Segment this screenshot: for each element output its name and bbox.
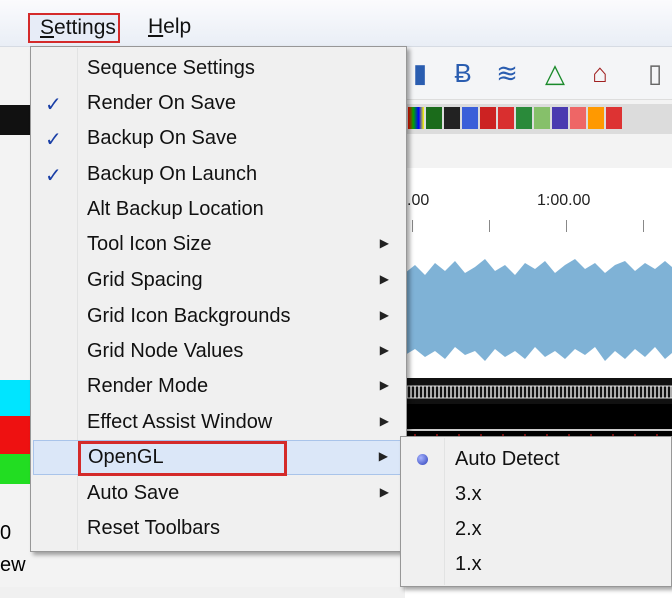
menu-item-label: Render Mode [87, 375, 209, 397]
ruler-label: .00 [407, 192, 430, 209]
effect-icon[interactable] [426, 107, 442, 129]
menu-item-label: Auto Save [87, 482, 180, 504]
left-panel-cyan [0, 380, 30, 416]
effect-icon[interactable] [516, 107, 532, 129]
effect-icon[interactable] [570, 107, 586, 129]
menu-help[interactable]: Help [142, 12, 197, 42]
triangle-tool-icon[interactable]: △ [540, 58, 570, 88]
submenu-item-label: 1.x [455, 553, 482, 575]
opengl-option-2-x[interactable]: 2.x [403, 512, 668, 547]
audio-waveform[interactable] [405, 255, 672, 365]
effect-icon[interactable] [444, 107, 460, 129]
effect-icon[interactable] [408, 107, 424, 129]
menu-item-grid-icon-backgrounds[interactable]: Grid Icon Backgrounds ▶ [33, 300, 403, 333]
save-tool-icon[interactable]: ▯ [640, 58, 670, 88]
effects-toolbar [405, 104, 672, 134]
effect-icon[interactable] [534, 107, 550, 129]
left-panel-dark [0, 105, 30, 135]
menu-item-label: Backup On Launch [87, 163, 258, 185]
checkmark-icon: ✓ [45, 165, 62, 187]
ruler-tick [412, 220, 413, 232]
menu-item-reset-toolbars[interactable]: Reset Toolbars [33, 512, 403, 545]
effect-icon[interactable] [552, 107, 568, 129]
submenu-arrow-icon: ▶ [379, 414, 389, 428]
menu-item-render-mode[interactable]: Render Mode ▶ [33, 370, 403, 403]
effect-icon[interactable] [480, 107, 496, 129]
checkmark-icon: ✓ [45, 94, 62, 116]
submenu-arrow-icon: ▶ [379, 308, 389, 322]
menu-item-label: Alt Backup Location [87, 198, 264, 220]
menu-item-label: Reset Toolbars [87, 517, 221, 539]
effect-icon[interactable] [588, 107, 604, 129]
menu-item-label: Sequence Settings [87, 57, 255, 79]
submenu-arrow-icon: ▶ [379, 272, 389, 286]
ruler-label: 1:00.00 [537, 192, 591, 209]
menu-item-backup-on-save[interactable]: ✓ Backup On Save [33, 122, 403, 155]
layers-tool-icon[interactable]: ≋ [492, 58, 522, 88]
opengl-option-auto-detect[interactable]: Auto Detect [403, 442, 668, 477]
menu-item-grid-node-values[interactable]: Grid Node Values ▶ [33, 335, 403, 368]
menu-item-label: Grid Node Values [87, 340, 244, 362]
chart-tool-icon[interactable]: ▮ [405, 58, 435, 88]
opengl-option-3-x[interactable]: 3.x [403, 477, 668, 512]
menu-item-tool-icon-size[interactable]: Tool Icon Size ▶ [33, 228, 403, 261]
submenu-item-label: 2.x [455, 518, 482, 540]
left-edge-text: 0 [0, 522, 12, 544]
submenu-arrow-icon: ▶ [379, 343, 389, 357]
menu-item-sequence-settings[interactable]: Sequence Settings [33, 52, 403, 85]
menu-help-label: Help [148, 15, 192, 38]
menu-item-alt-backup-location[interactable]: Alt Backup Location [33, 193, 403, 226]
menu-item-label: Effect Assist Window [87, 411, 273, 433]
house-tool-icon[interactable]: ⌂ [585, 58, 615, 88]
checkmark-icon: ✓ [45, 129, 62, 151]
effect-icon[interactable] [606, 107, 622, 129]
left-panel-green [0, 454, 30, 484]
submenu-item-label: Auto Detect [455, 448, 560, 470]
opengl-option-1-x[interactable]: 1.x [403, 547, 668, 582]
submenu-item-label: 3.x [455, 483, 482, 505]
text-tool-icon[interactable]: Ƀ [448, 58, 478, 88]
left-panel-red [0, 416, 30, 454]
menu-item-label: Grid Spacing [87, 269, 203, 291]
ruler-tick [566, 220, 567, 232]
menu-item-label: Tool Icon Size [87, 233, 212, 255]
menu-settings-label: Settings [40, 16, 116, 39]
menu-item-label: Backup On Save [87, 127, 238, 149]
submenu-arrow-icon: ▶ [379, 485, 389, 499]
submenu-arrow-icon: ▶ [379, 236, 389, 250]
ruler-tick [489, 220, 490, 232]
left-edge-text: ew [0, 554, 26, 576]
menu-item-grid-spacing[interactable]: Grid Spacing ▶ [33, 264, 403, 297]
submenu-arrow-icon: ▶ [378, 449, 388, 463]
menu-settings[interactable]: Settings [28, 13, 120, 43]
menu-item-label: Render On Save [87, 92, 236, 114]
menu-item-render-on-save[interactable]: ✓ Render On Save [33, 87, 403, 120]
submenu-arrow-icon: ▶ [379, 378, 389, 392]
effect-icon[interactable] [498, 107, 514, 129]
ruler-tick [643, 220, 644, 232]
menu-item-effect-assist-window[interactable]: Effect Assist Window ▶ [33, 406, 403, 439]
opengl-highlight-annotation [78, 441, 287, 476]
menu-item-label: Grid Icon Backgrounds [87, 305, 291, 327]
menu-item-auto-save[interactable]: Auto Save ▶ [33, 477, 403, 510]
menu-item-backup-on-launch[interactable]: ✓ Backup On Launch [33, 158, 403, 191]
radio-selected-icon [417, 454, 428, 465]
toolbar [400, 47, 672, 100]
effect-icon[interactable] [462, 107, 478, 129]
